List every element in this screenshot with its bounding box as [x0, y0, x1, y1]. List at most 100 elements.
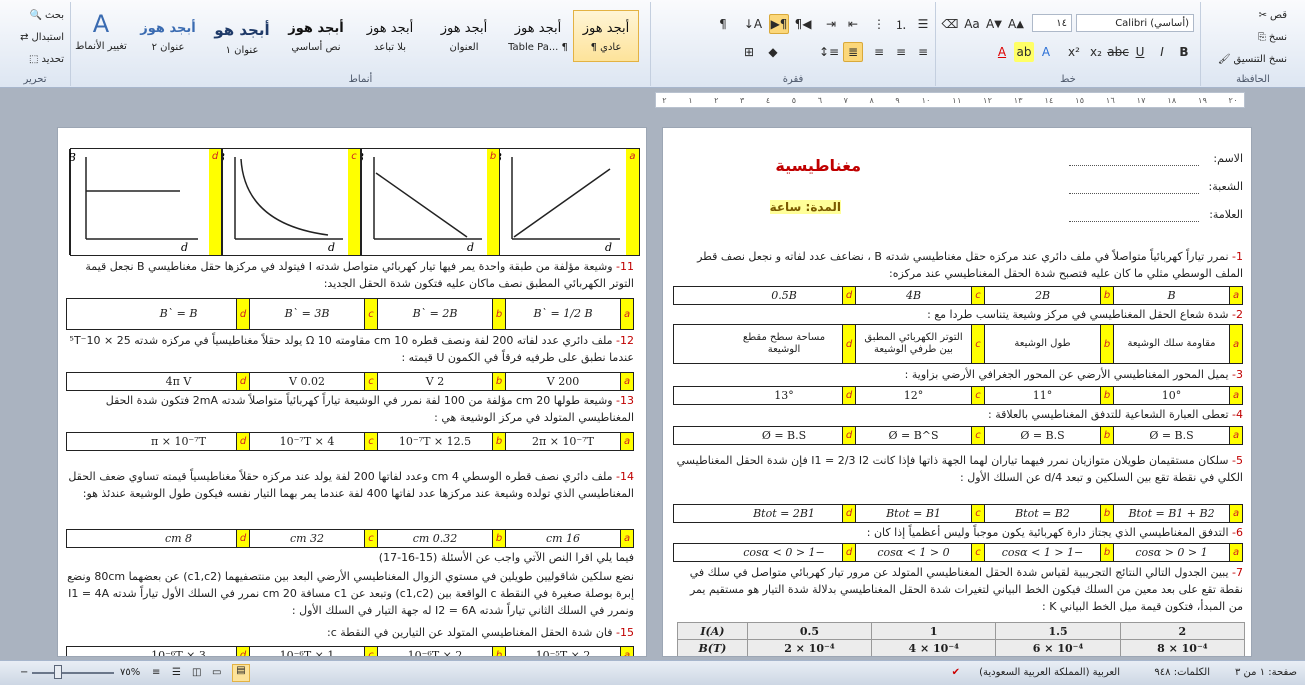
show-marks-icon[interactable]: ¶	[713, 14, 733, 34]
cut-button[interactable]: ✂ قص	[1259, 10, 1287, 21]
q11-option-d[interactable]: B` = B	[121, 299, 236, 329]
multilevel-list-icon[interactable]: ⋮	[869, 14, 889, 34]
style-heading-2[interactable]: أبجد هوز عنوان ٢	[135, 10, 201, 62]
zoom-slider[interactable]	[32, 672, 114, 674]
font-size-combo[interactable]: ١٤	[1032, 14, 1072, 32]
q3-option-c[interactable]: 12°	[855, 387, 971, 404]
style-heading-1[interactable]: أبجد هو عنوان ١	[209, 10, 275, 62]
q4-option-d[interactable]: Ø = B.S	[726, 427, 842, 444]
q4-option-a[interactable]: Ø = B.S	[1113, 427, 1229, 444]
font-color-icon[interactable]: A	[992, 42, 1012, 62]
q13-option-d[interactable]: π × 10⁻⁷T	[121, 433, 236, 450]
web-layout-view-icon[interactable]: ◫	[192, 667, 201, 678]
q11-option-a[interactable]: B` = 1/2 B	[505, 299, 620, 329]
q1-option-b[interactable]: 2B	[984, 287, 1100, 304]
q3-option-a[interactable]: 10°	[1113, 387, 1229, 404]
select-button[interactable]: ⬚ تحديد	[29, 54, 64, 65]
q15-option-c[interactable]: 1 × 10⁻⁶T	[249, 647, 364, 656]
style-body-text[interactable]: أبجد هوز نص أساسي	[283, 10, 349, 62]
q5-option-a[interactable]: Btot = B1 + B2	[1113, 505, 1229, 522]
change-styles-button[interactable]: A تغيير الأنماط	[75, 10, 127, 52]
q11-option-c[interactable]: B` = 3B	[249, 299, 364, 329]
align-left-icon[interactable]: ≡	[869, 42, 889, 62]
zoom-level[interactable]: ٧٥%	[120, 667, 140, 678]
shrink-font-icon[interactable]: A ▼	[984, 14, 1004, 34]
rtl-direction-icon[interactable]: ¶◀	[793, 14, 813, 34]
q3-option-b[interactable]: 11°	[984, 387, 1100, 404]
q5-option-d[interactable]: Btot = 2B1	[726, 505, 842, 522]
q14-option-b[interactable]: 0.32 cm	[377, 530, 492, 547]
q1-option-a[interactable]: B	[1113, 287, 1229, 304]
q1-option-d[interactable]: 0.5B	[726, 287, 842, 304]
full-screen-view-icon[interactable]: ▭	[212, 667, 221, 678]
decrease-indent-icon[interactable]: ⇤	[843, 14, 863, 34]
q4-option-b[interactable]: Ø = B.S	[984, 427, 1100, 444]
replace-button[interactable]: ⇄ استبدال	[20, 32, 64, 43]
q12-option-d[interactable]: 4π V	[121, 373, 236, 390]
justify-icon[interactable]: ≣	[843, 42, 863, 62]
zoom-slider-thumb[interactable]	[54, 665, 62, 679]
proofing-icon[interactable]: ✔	[952, 667, 960, 678]
font-name-combo[interactable]: (أساسي) Calibri	[1076, 14, 1194, 32]
italic-icon[interactable]: I	[1152, 42, 1172, 62]
page-count[interactable]: صفحة: ١ من ٣	[1235, 667, 1297, 678]
style-normal[interactable]: أبجد هوز ¶ عادي	[573, 10, 639, 62]
q2-option-b[interactable]: طول الوشيعة	[984, 325, 1100, 363]
q6-option-c[interactable]: 0 < cosα < 1	[855, 544, 971, 561]
q13-option-b[interactable]: 12.5 × 10⁻⁷T	[377, 433, 492, 450]
q5-option-b[interactable]: Btot = B2	[984, 505, 1100, 522]
word-count[interactable]: الكلمات: ٩٤٨	[1154, 667, 1210, 678]
bold-icon[interactable]: B	[1174, 42, 1194, 62]
q15-option-b[interactable]: 2 × 10⁻⁶T	[377, 647, 492, 656]
superscript-icon[interactable]: x²	[1064, 42, 1084, 62]
horizontal-ruler[interactable]: ٢ ١ ٢ ٣ ٤ ٥ ٦ ٧ ٨ ٩ ١٠ ١١ ١٢ ١٣ ١٤ ١٥ ١٦ ١٧ ١٨ ١٩ ٢٠	[655, 92, 1245, 108]
increase-indent-icon[interactable]: ⇥	[821, 14, 841, 34]
align-right-icon[interactable]: ≡	[913, 42, 933, 62]
align-center-icon[interactable]: ≡	[891, 42, 911, 62]
copy-button[interactable]: ⎘ نسخ	[1258, 32, 1287, 43]
find-button[interactable]: 🔍 بحث	[29, 10, 64, 21]
zoom-out-icon[interactable]: −	[20, 667, 28, 678]
language-indicator[interactable]: العربية (المملكة العربية السعودية)	[979, 667, 1120, 678]
q12-option-c[interactable]: 0.02 V	[249, 373, 364, 390]
q14-option-a[interactable]: 16 cm	[505, 530, 620, 547]
print-layout-view-icon[interactable]: ▤	[232, 664, 250, 682]
q5-option-c[interactable]: Btot = B1	[855, 505, 971, 522]
q2-option-a[interactable]: مقاومة سلك الوشيعة	[1113, 325, 1229, 363]
q6-option-b[interactable]: −1 < cosα < 1	[984, 544, 1100, 561]
draft-view-icon[interactable]: ≡	[152, 667, 160, 678]
q15-option-d[interactable]: 3 × 10⁻⁶T	[121, 647, 236, 656]
q11-option-b[interactable]: B` = 2B	[377, 299, 492, 329]
bullets-icon[interactable]: ☰	[913, 14, 933, 34]
style-title[interactable]: أبجد هوز العنوان	[431, 10, 497, 62]
q14-option-c[interactable]: 32 cm	[249, 530, 364, 547]
q13-option-a[interactable]: 2π × 10⁻⁷T	[505, 433, 620, 450]
line-spacing-icon[interactable]: ↕≡	[819, 42, 839, 62]
strikethrough-icon[interactable]: abc	[1107, 42, 1129, 62]
outline-view-icon[interactable]: ☰	[172, 667, 181, 678]
q1-option-c[interactable]: 4B	[855, 287, 971, 304]
q15-option-a[interactable]: 2 × 10⁻⁵T	[505, 647, 620, 656]
borders-icon[interactable]: ⊞	[739, 42, 759, 62]
shading-icon[interactable]: ◆	[763, 42, 783, 62]
ltr-direction-icon[interactable]: ▶¶	[769, 14, 789, 34]
change-case-icon[interactable]: Aa	[962, 14, 982, 34]
q2-option-c[interactable]: التوتر الكهربائي المطبق بين طرفي الوشيعة	[855, 325, 971, 363]
q14-option-d[interactable]: 8 cm	[121, 530, 236, 547]
style-table-paragraph[interactable]: أبجد هوز Table Pa... ¶	[505, 10, 571, 62]
numbering-icon[interactable]: ⒈	[891, 14, 911, 34]
sort-icon[interactable]: ↓A	[743, 14, 763, 34]
grow-font-icon[interactable]: A ▲	[1006, 14, 1026, 34]
format-painter-button[interactable]: 🖌 نسخ التنسيق	[1218, 54, 1287, 65]
q4-option-c[interactable]: Ø = B^S	[855, 427, 971, 444]
q12-option-b[interactable]: 2 V	[377, 373, 492, 390]
style-no-spacing[interactable]: أبجد هوز بلا تباعد	[357, 10, 423, 62]
q13-option-c[interactable]: 4 × 10⁻⁷T	[249, 433, 364, 450]
q6-option-d[interactable]: −1 < cosα < 0	[726, 544, 842, 561]
q3-option-d[interactable]: 13°	[726, 387, 842, 404]
text-effects-icon[interactable]: A	[1036, 42, 1056, 62]
q6-option-a[interactable]: 1 < cosα > 0	[1113, 544, 1229, 561]
q12-option-a[interactable]: 200 V	[505, 373, 620, 390]
highlight-icon[interactable]: ab	[1014, 42, 1034, 62]
subscript-icon[interactable]: x₂	[1086, 42, 1106, 62]
